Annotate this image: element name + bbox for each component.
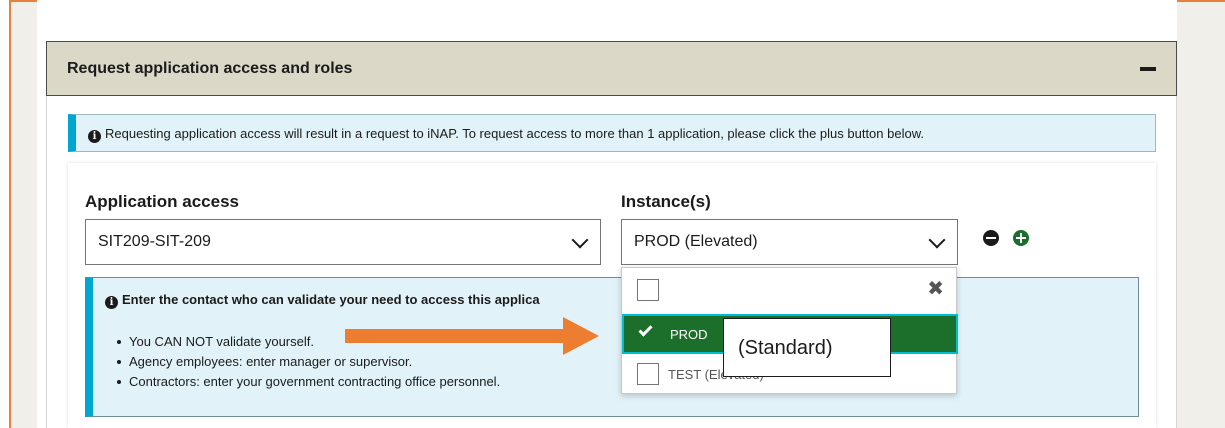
instances-select[interactable]: PROD (Elevated) (621, 219, 958, 265)
close-icon[interactable]: ✖ (927, 276, 944, 301)
contact-alert-title: Enter the contact who can validate your … (122, 292, 540, 307)
chevron-down-icon (928, 231, 946, 249)
minus-icon[interactable] (1140, 67, 1156, 71)
accordion-header[interactable]: Request application access and roles (46, 41, 1177, 96)
dropdown-option-label: PROD (670, 327, 708, 342)
dropdown-filter-input[interactable] (637, 279, 659, 301)
application-access-label: Application access (85, 192, 240, 211)
contact-info-alert: i Enter the contact who can validate your… (85, 277, 1139, 417)
info-alert-text: Requesting application access will resul… (105, 126, 924, 141)
application-access-value: SIT209-SIT-209 (98, 233, 211, 250)
info-icon: i (88, 130, 101, 143)
check-icon (638, 322, 653, 337)
instances-label: Instance(s) (621, 192, 711, 211)
checkbox[interactable] (637, 363, 659, 385)
add-application-icon[interactable] (1013, 230, 1029, 246)
annotation-callout: (Standard) (723, 318, 891, 377)
info-icon: i (105, 296, 118, 309)
info-alert: i Requesting application access will resu… (68, 114, 1156, 152)
remove-application-icon[interactable] (983, 230, 999, 246)
panel-title: Request application access and roles (67, 60, 353, 77)
list-item: Contractors: enter your government contr… (117, 372, 500, 392)
chevron-down-icon (571, 231, 589, 249)
annotation-arrow (345, 317, 599, 355)
application-access-select[interactable]: SIT209-SIT-209 (85, 219, 601, 265)
instances-value: PROD (Elevated) (634, 233, 758, 250)
annotation-text: (Standard) (738, 337, 833, 359)
